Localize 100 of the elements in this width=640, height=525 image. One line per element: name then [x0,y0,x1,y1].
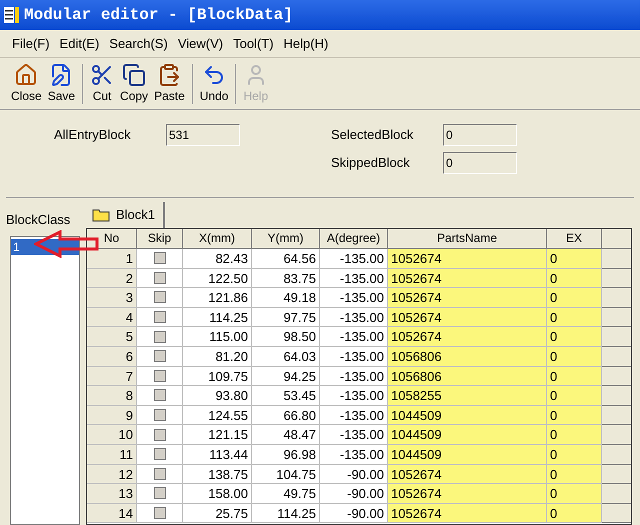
folder-icon [92,208,110,222]
table-cell: 1044509 [388,444,547,465]
checkbox[interactable] [154,311,166,324]
table-cell: 1058255 [388,386,547,406]
table-cell: 0 [547,346,602,367]
table-cell: 0 [547,425,602,445]
block-class-label: BlockClass [6,211,72,229]
table-cell: 98.50 [252,327,320,347]
table-cell: 109.75 [183,366,252,386]
table-cell: 0 [547,308,602,328]
toolbar-button[interactable]: Copy [117,62,152,104]
field-label: AllEntryBlock [54,126,132,144]
table-cell: 1056806 [388,346,547,367]
table-cell: 121.86 [183,288,252,308]
table-cell: 104.75 [252,464,320,484]
toolbar-button[interactable]: Save [44,62,78,104]
table-cell: 0 [547,484,602,504]
row-header[interactable]: 13 [87,484,137,504]
table-cell: 0 [547,386,602,406]
checkbox[interactable] [154,507,166,520]
table-cell: 0 [547,406,602,426]
table-cell: 1052674 [388,484,547,504]
column-header[interactable]: Skip [137,229,183,249]
column-header[interactable]: Y(mm) [252,229,320,249]
row-header[interactable]: 6 [87,346,137,367]
table-cell: 158.00 [183,484,252,504]
checkbox[interactable] [154,448,166,460]
table-cell: 122.50 [183,268,252,288]
row-header[interactable]: 2 [87,268,137,288]
table-cell: 25.75 [183,504,252,524]
field-label: SkippedBlock [331,154,411,172]
toolbar-button[interactable]: Close [8,62,45,104]
menu-item[interactable]: Search(S) [109,34,168,54]
table-cell: 0 [547,268,602,288]
window-title: Modular editor - [BlockData] [24,5,293,26]
checkbox[interactable] [154,409,166,422]
table-cell: 0 [547,327,602,347]
row-header[interactable]: 4 [87,308,137,328]
table-cell: 0 [547,249,602,269]
value-field[interactable]: 0 [443,124,517,146]
menu-item[interactable]: File(F) [12,34,50,54]
table-cell: 0 [547,464,602,484]
row-header[interactable]: 11 [87,444,137,465]
table-cell: 0 [547,288,602,308]
table-cell: 49.18 [252,288,320,308]
table-cell: 93.80 [183,386,252,406]
table-cell: 83.75 [252,268,320,288]
table-cell: 49.75 [252,484,320,504]
row-header[interactable]: 5 [87,327,137,347]
table-cell: 66.80 [252,406,320,426]
toolbar-button[interactable]: Cut [87,62,118,104]
copy-icon [122,62,146,86]
checkbox[interactable] [154,272,166,284]
table-cell: 1052674 [388,268,547,288]
column-header[interactable]: A(degree) [320,229,388,249]
value-field[interactable]: 531 [166,124,240,146]
table-cell: 81.20 [183,346,252,367]
table-cell: 113.44 [183,444,252,465]
checkbox[interactable] [154,350,166,362]
row-header[interactable]: 10 [87,425,137,445]
row-header[interactable]: 12 [87,464,137,484]
row-header[interactable]: 3 [87,288,137,308]
checkbox[interactable] [154,468,166,480]
table-cell: 0 [547,444,602,465]
checkbox[interactable] [154,252,166,264]
checkbox[interactable] [154,487,166,500]
checkbox[interactable] [154,291,166,304]
row-header[interactable]: 7 [87,366,137,386]
table-cell: 96.98 [252,444,320,465]
menu-item[interactable]: Tool(T) [233,34,274,54]
value-field[interactable]: 0 [443,152,517,174]
row-header[interactable]: 14 [87,504,137,524]
checkbox[interactable] [154,330,166,343]
toolbar-button[interactable]: Undo [196,62,232,104]
table-cell: 1052674 [388,504,547,524]
table-cell: 48.47 [252,425,320,445]
table-cell: 124.55 [183,406,252,426]
table-cell: 1052674 [388,288,547,308]
table-cell: 0 [547,504,602,524]
table-cell: 53.45 [252,386,320,406]
checkbox[interactable] [154,370,166,382]
column-header[interactable]: X(mm) [183,229,252,249]
table-cell: 1052674 [388,464,547,484]
row-header[interactable]: 9 [87,406,137,426]
menu-item[interactable]: View(V) [178,34,224,54]
toolbar-button[interactable]: Paste [151,62,188,104]
row-header[interactable]: 8 [87,386,137,406]
row-header[interactable]: 1 [87,249,137,269]
table-cell: 121.15 [183,425,252,445]
checkbox[interactable] [154,428,166,441]
menu-item[interactable]: Edit(E) [60,34,100,54]
table-cell: 115.00 [183,327,252,347]
checkbox[interactable] [154,389,166,402]
menu-item[interactable]: Help(H) [284,34,328,54]
table-cell: 64.56 [252,249,320,269]
table-cell: 94.25 [252,366,320,386]
table-cell: 0 [547,366,602,386]
table-cell: 97.75 [252,308,320,328]
table-cell: 114.25 [183,308,252,328]
table-cell: 1052674 [388,308,547,328]
